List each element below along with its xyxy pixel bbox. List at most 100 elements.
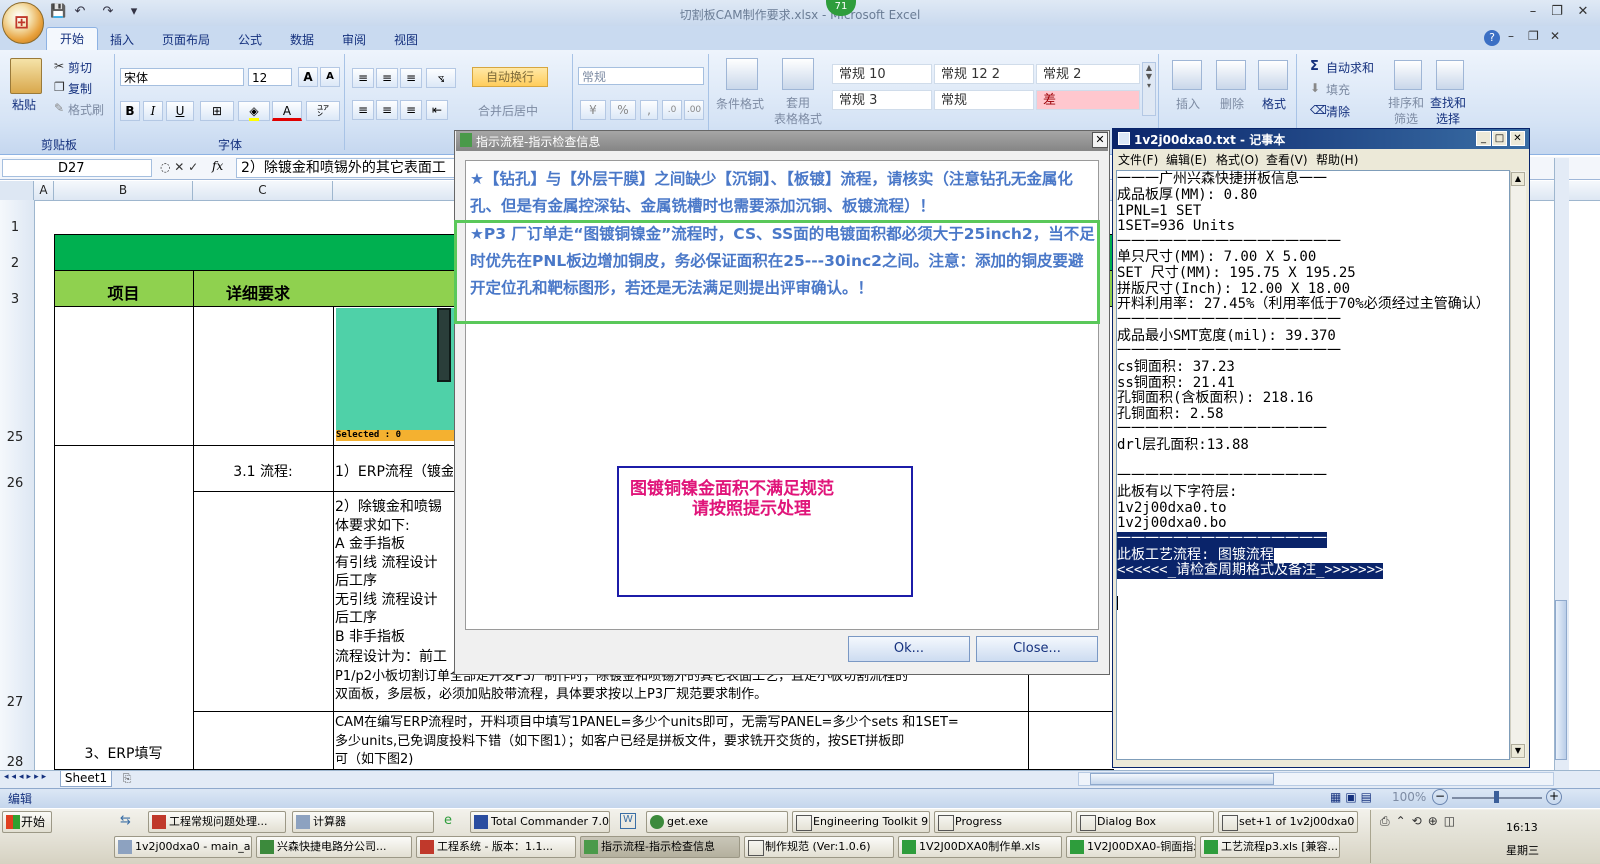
notepad-menu-format[interactable]: 格式(O) [1216, 151, 1259, 168]
insert-cells-button[interactable]: 插入 [1176, 95, 1200, 112]
header-detail[interactable]: 详细要求 [226, 280, 290, 304]
dialog-close-icon[interactable]: ✕ [1092, 132, 1108, 148]
notepad-maximize-icon[interactable]: □ [1492, 131, 1507, 146]
delete-cells-button[interactable]: 删除 [1220, 95, 1244, 112]
select-all-corner[interactable] [0, 181, 34, 200]
font-size-combo[interactable]: 12 [248, 68, 292, 86]
clear-button[interactable]: 清除 [1326, 103, 1350, 120]
header-item[interactable]: 项目 [54, 280, 193, 304]
sort-filter-button[interactable]: 排序和 筛选 [1388, 95, 1424, 127]
style-cell-3[interactable]: 常规 2 [1036, 64, 1140, 84]
save-icon[interactable]: 💾 [50, 4, 66, 20]
notepad-minimize-icon[interactable]: _ [1476, 131, 1491, 146]
task-item[interactable]: 1V2J00DXA0制作单.xls [898, 836, 1062, 858]
task-item[interactable]: Dialog Box [1076, 811, 1214, 833]
tab-view[interactable]: 视图 [394, 30, 418, 50]
phonetic-button[interactable]: ㍐ [306, 101, 340, 121]
font-color-button[interactable]: A [272, 101, 302, 121]
delete-cells-icon[interactable] [1216, 60, 1246, 90]
task-item[interactable]: 1v2j00dxa0 - main_a... [114, 836, 252, 858]
merge-center-button[interactable]: 合并后居中 [478, 102, 538, 119]
ribbon-minimize-icon[interactable]: – [1508, 29, 1514, 43]
qat-customize-icon[interactable]: ▾ [126, 4, 142, 20]
format-cells-icon[interactable] [1258, 60, 1288, 90]
start-button[interactable]: 开始 [2, 811, 52, 833]
percent-button[interactable]: % [610, 100, 636, 120]
zoom-level[interactable]: 100% [1392, 790, 1426, 804]
conditional-format-icon[interactable] [726, 58, 758, 90]
fill-button[interactable]: 填充 [1326, 81, 1350, 98]
office-button[interactable]: ⊞ [2, 2, 44, 44]
name-box[interactable]: D27 [2, 159, 152, 177]
insert-sheet-icon[interactable]: ⎘ [114, 771, 140, 787]
tab-insert[interactable]: 插入 [110, 30, 134, 50]
table-format-button[interactable]: 套用 表格格式 [770, 95, 826, 127]
tab-data[interactable]: 数据 [290, 30, 314, 50]
task-item[interactable]: set+1 of 1v2j00dxa0 [1218, 811, 1358, 833]
task-item[interactable]: 工艺流程p3.xls [兼容... [1200, 836, 1340, 858]
row-header-28[interactable]: 28 [0, 755, 30, 770]
style-cell-4[interactable]: 常规 3 [832, 90, 932, 110]
column-header-a[interactable]: A [34, 181, 54, 200]
copy-button[interactable]: 复制 [68, 80, 92, 97]
task-item[interactable]: Total Commander 7.0... [470, 811, 610, 833]
paste-button[interactable]: 粘贴 [12, 96, 36, 113]
conditional-format-button[interactable]: 条件格式 [716, 95, 764, 112]
format-painter-button[interactable]: 格式刷 [68, 101, 104, 118]
quick-launch-icon[interactable]: ⇆ [120, 813, 131, 828]
orientation-button[interactable]: ⦪ [426, 68, 456, 88]
column-header-b[interactable]: B [54, 181, 193, 200]
task-item[interactable]: Progress [934, 811, 1072, 833]
word-icon[interactable]: W [620, 813, 636, 829]
row-header-26[interactable]: 26 [0, 476, 30, 491]
format-cells-button[interactable]: 格式 [1262, 95, 1286, 112]
style-cell-1[interactable]: 常规 10 [832, 64, 932, 84]
formula-cancel-icon[interactable]: ◌ ✕ ✓ [160, 160, 198, 174]
insert-cells-icon[interactable] [1172, 60, 1202, 90]
task-item[interactable]: Engineering Toolkit 9.... [792, 811, 930, 833]
ribbon-close-icon[interactable]: ✕ [1550, 29, 1560, 43]
notepad-menu-edit[interactable]: 编辑(E) [1166, 151, 1207, 168]
task-item-active[interactable]: 指示流程-指示检查信息 [580, 836, 740, 858]
cell-c26[interactable]: 3.1 流程: [193, 461, 333, 481]
close-button[interactable]: Close... [976, 636, 1098, 662]
tab-formulas[interactable]: 公式 [238, 30, 262, 50]
underline-button[interactable]: U [166, 101, 194, 121]
ribbon-restore-icon[interactable]: ❐ [1528, 29, 1539, 43]
notepad-scroll-down[interactable]: ▼ [1511, 744, 1525, 758]
zoom-in-icon[interactable]: + [1546, 789, 1562, 805]
zoom-out-icon[interactable]: − [1432, 789, 1448, 805]
align-middle-button[interactable]: ≡ [376, 68, 398, 88]
sheet-tab-sheet1[interactable]: Sheet1 [60, 771, 112, 787]
paste-icon[interactable] [10, 58, 42, 94]
fill-color-button[interactable]: ◈ [238, 101, 270, 121]
align-top-button[interactable]: ≡ [352, 68, 374, 88]
align-left-button[interactable]: ≡ [352, 100, 374, 120]
align-center-button[interactable]: ≡ [376, 100, 398, 120]
zoom-slider-thumb[interactable] [1494, 791, 1499, 803]
row-header-2[interactable]: 2 [0, 256, 30, 271]
cell-d27-upper[interactable]: 2）除镀金和喷锡 体要求如下: A 金手指板 有引线 流程设计 后工序 无引线 … [335, 498, 453, 648]
column-header-c[interactable]: C [193, 181, 333, 200]
bold-button[interactable]: B [120, 101, 140, 121]
minimize-icon[interactable]: – [1522, 3, 1544, 21]
help-icon[interactable]: ? [1484, 30, 1500, 46]
find-select-button[interactable]: 查找和 选择 [1430, 95, 1466, 127]
sheet-scroll-thumb[interactable] [1555, 600, 1567, 760]
decrease-indent-button[interactable]: ⇤ [426, 100, 448, 120]
close-window-icon[interactable]: ✕ [1572, 3, 1594, 21]
notepad-menu-view[interactable]: 查看(V) [1266, 151, 1308, 168]
task-item[interactable]: 兴森快捷电路分公司... [256, 836, 412, 858]
comma-button[interactable]: , [640, 100, 658, 120]
sort-filter-icon[interactable] [1394, 60, 1422, 90]
task-item[interactable]: 工程系统 - 版本：1.1... [416, 836, 576, 858]
notepad-close-icon[interactable]: ✕ [1510, 131, 1525, 146]
style-cell-2[interactable]: 常规 12 2 [934, 64, 1034, 84]
row-header-25[interactable]: 25 [0, 430, 30, 445]
border-button[interactable]: ⊞ [200, 101, 234, 121]
row-header-3[interactable]: 3 [0, 292, 30, 307]
style-cell-6[interactable]: 差 [1036, 90, 1140, 110]
row-header-27[interactable]: 27 [0, 695, 30, 710]
decrease-decimal-button[interactable]: .00 [684, 100, 704, 120]
wrap-text-button[interactable]: 自动换行 [472, 67, 548, 87]
